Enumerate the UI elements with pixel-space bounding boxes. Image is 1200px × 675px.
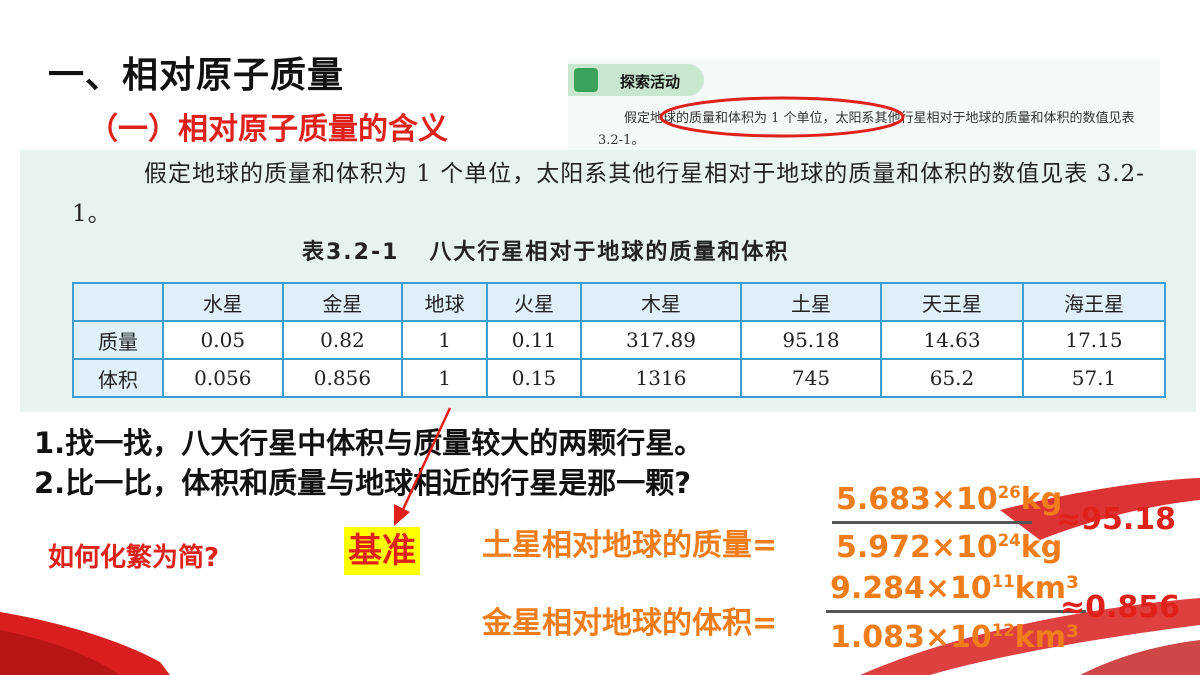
table-header-cell: 地球 — [401, 282, 489, 322]
table-header-cell: 天王星 — [880, 282, 1024, 322]
table-row-header: 质量 — [72, 320, 164, 360]
venus-volume-result: ≈0.856 — [1060, 590, 1181, 625]
explore-activity-tag: 探索活动 — [568, 64, 704, 96]
table-cell: 0.056 — [162, 358, 284, 398]
fraction-bar — [826, 610, 1086, 613]
table-cell: 0.05 — [162, 320, 284, 360]
panel-paragraph: 假定地球的质量和体积为 1 个单位，太阳系其他行星相对于地球的质量和体积的数值见… — [72, 161, 1145, 227]
table-cell: 0.82 — [281, 320, 404, 360]
venus-volume-numerator: 9.284×1011km³ — [830, 571, 1080, 606]
table-header-cell: 火星 — [486, 282, 582, 322]
table-cell: 0.15 — [486, 358, 582, 398]
table-header-cell: 海王星 — [1022, 282, 1166, 322]
page-title: 一、相对原子质量 — [48, 55, 345, 96]
table-header-row: 水星 金星 地球 火星 木星 土星 天王星 海王星 — [72, 282, 1166, 322]
table-cell: 57.1 — [1022, 358, 1166, 398]
table-cell: 14.63 — [880, 320, 1024, 360]
table-cell: 95.18 — [740, 320, 882, 360]
red-arrow — [394, 407, 452, 526]
cube-icon — [574, 68, 598, 92]
table-row: 质量 0.05 0.82 1 0.11 317.89 95.18 14.63 1… — [72, 320, 1166, 360]
venus-volume-label: 金星相对地球的体积= — [482, 606, 778, 641]
saturn-mass-label: 土星相对地球的质量= — [482, 528, 778, 563]
table-cell: 0.11 — [486, 320, 582, 360]
saturn-mass-result: ≈95.18 — [1056, 502, 1177, 537]
table-header-cell: 木星 — [580, 282, 742, 322]
highlight-ellipse — [659, 96, 905, 138]
question-1: 1.找一找，八大行星中体积与质量较大的两颗行星。 — [34, 426, 704, 460]
simplify-prompt: 如何化繁为简? — [48, 543, 220, 573]
table-row-header: 体积 — [72, 358, 164, 398]
table-header-cell — [72, 282, 164, 322]
section-subtitle: （一）相对原子质量的含义 — [88, 112, 448, 147]
table-cell: 745 — [740, 358, 882, 398]
saturn-mass-numerator: 5.683×1026kg — [836, 482, 1063, 517]
earth-volume-denominator: 1.083×1012km³ — [830, 620, 1080, 655]
question-2: 2.比一比，体积和质量与地球相近的行星是那一颗? — [34, 466, 692, 500]
table-cell: 0.856 — [281, 358, 404, 398]
table-caption-title: 八大行星相对于地球的质量和体积 — [429, 240, 790, 265]
table-header-cell: 水星 — [162, 282, 284, 322]
fraction-bar — [832, 521, 1032, 524]
table-cell: 65.2 — [880, 358, 1024, 398]
textbook-panel: 假定地球的质量和体积为 1 个单位，太阳系其他行星相对于地球的质量和体积的数值见… — [20, 150, 1196, 412]
planet-table: 水星 金星 地球 火星 木星 土星 天王星 海王星 质量 0.05 0.82 1… — [72, 282, 1166, 398]
base-label: 基准 — [344, 527, 420, 575]
table-header-cell: 土星 — [740, 282, 882, 322]
table-cell: 317.89 — [580, 320, 742, 360]
explore-activity-label: 探索活动 — [620, 73, 681, 91]
table-caption: 表3.2-1 八大行星相对于地球的质量和体积 — [302, 234, 789, 266]
table-caption-number: 表3.2-1 — [302, 240, 400, 265]
table-cell: 1316 — [580, 358, 742, 398]
table-cell: 1 — [401, 320, 489, 360]
table-cell: 17.15 — [1022, 320, 1166, 360]
table-row: 体积 0.056 0.856 1 0.15 1316 745 65.2 57.1 — [72, 358, 1166, 398]
table-cell: 1 — [401, 358, 489, 398]
earth-mass-denominator: 5.972×1024kg — [836, 530, 1063, 565]
table-header-cell: 金星 — [281, 282, 404, 322]
